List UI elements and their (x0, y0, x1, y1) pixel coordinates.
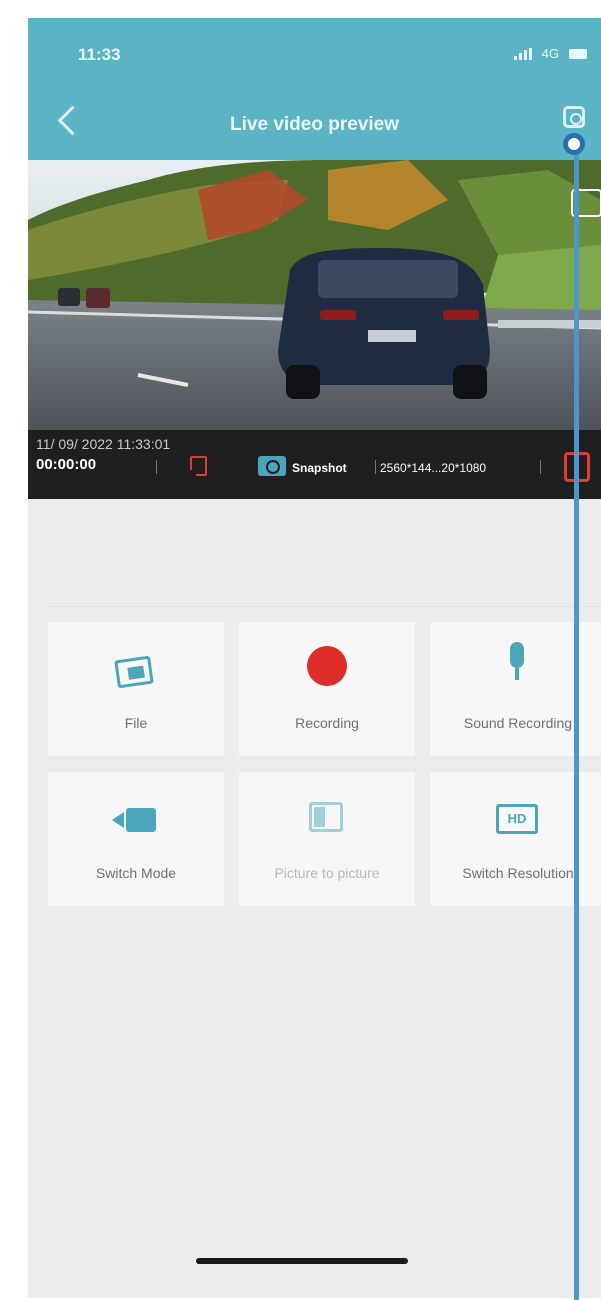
resolution-label[interactable]: 2560*144...20*1080 (380, 461, 486, 475)
battery-icon (569, 48, 587, 59)
section-divider (48, 606, 601, 607)
elapsed-time: 00:00:00 (36, 456, 97, 473)
camera-icon[interactable] (258, 456, 286, 476)
home-indicator[interactable] (196, 1258, 408, 1264)
tile-label: Picture to picture (274, 865, 380, 881)
video-camera-icon (112, 808, 156, 832)
recording-info-bar: 11/ 09/ 2022 11:33:01 00:00:00 Snapshot … (28, 430, 601, 499)
page-title: Live video preview (230, 114, 399, 135)
image-folder-icon (114, 655, 154, 689)
live-video-feed[interactable] (28, 160, 601, 430)
signal-icon (513, 47, 532, 60)
video-frame-image (28, 160, 601, 430)
network-type: 4G (541, 46, 559, 61)
app-screen: 11:33 4G Live video preview 11/ 09/ 2022… (28, 18, 601, 1298)
picture-in-picture-icon (309, 802, 343, 832)
tile-label: Recording (295, 715, 359, 731)
camera-settings-icon[interactable] (563, 106, 585, 128)
sd-card-icon (190, 456, 207, 476)
record-icon (307, 646, 347, 686)
tile-label: Switch Mode (95, 865, 177, 881)
switch-mode-tile[interactable]: Switch Mode (48, 772, 224, 906)
picture-to-picture-tile[interactable]: Picture to picture (239, 772, 415, 906)
timestamp: 11/ 09/ 2022 11:33:01 (36, 436, 171, 452)
recording-tile[interactable]: Recording (239, 622, 415, 756)
snapshot-button[interactable]: Snapshot (292, 461, 347, 475)
scrollbar-handle[interactable] (563, 133, 585, 155)
tile-label: File (124, 715, 148, 731)
file-tile[interactable]: File (48, 622, 224, 756)
microphone-icon (510, 642, 524, 680)
status-indicators: 4G (513, 46, 587, 61)
divider (156, 460, 157, 474)
function-grid: File Recording Sound Recording Switch Mo… (48, 622, 601, 912)
divider (540, 460, 541, 474)
header-bar: 11:33 4G Live video preview (28, 18, 601, 160)
hd-icon: HD (496, 804, 538, 834)
divider (375, 460, 376, 474)
scrollbar-track[interactable] (574, 145, 579, 1300)
status-time: 11:33 (78, 45, 121, 64)
